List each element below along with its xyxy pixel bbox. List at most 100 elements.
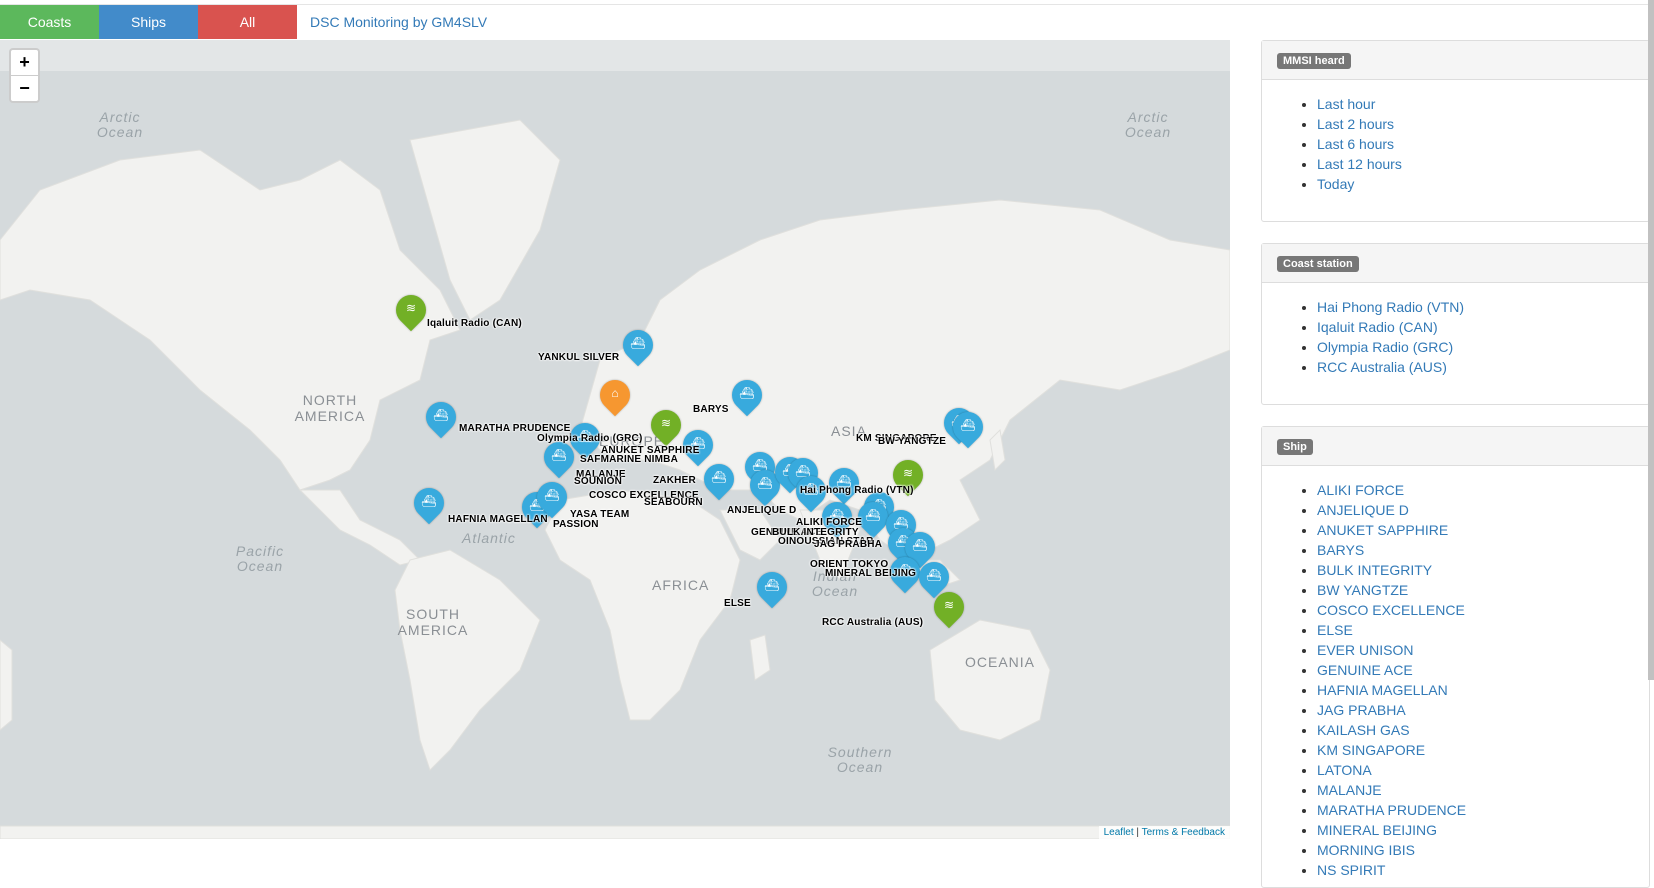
ship-marker[interactable]: ⛴ — [750, 565, 794, 610]
mmsi-link[interactable]: Today — [1317, 176, 1354, 192]
ships-button[interactable]: Ships — [99, 5, 198, 39]
ship-icon: ⛴ — [912, 538, 928, 552]
ship-link[interactable]: LATONA — [1317, 762, 1372, 778]
list-item: HAFNIA MAGELLAN — [1317, 680, 1649, 700]
map-attribution: Leaflet | Terms & Feedback — [1098, 826, 1230, 839]
ship-link[interactable]: ANJELIQUE D — [1317, 502, 1409, 518]
ship-link[interactable]: EVER UNISON — [1317, 642, 1413, 658]
list-item: Iqaluit Radio (CAN) — [1317, 317, 1649, 337]
ship-link[interactable]: ELSE — [1317, 622, 1353, 638]
ship-marker[interactable]: ⛴ — [419, 395, 463, 440]
marker-label: ANJELIQUE D — [727, 505, 797, 516]
mmsi-panel: MMSI heard Last hour Last 2 hours Last 6… — [1261, 40, 1650, 222]
ship-icon: ⛴ — [960, 418, 976, 432]
ship-marker[interactable]: ⛴ — [616, 323, 660, 368]
ship-marker[interactable]: ⛴ — [407, 481, 451, 526]
ship-icon: ⛴ — [739, 386, 755, 400]
list-item: RCC Australia (AUS) — [1317, 357, 1649, 377]
ship-link[interactable]: MARATHA PRUDENCE — [1317, 802, 1466, 818]
wifi-icon: ≋ — [660, 416, 672, 430]
wifi-icon: ≋ — [943, 598, 955, 612]
ship-link[interactable]: MORNING IBIS — [1317, 842, 1415, 858]
home-marker[interactable]: ⌂ — [593, 373, 637, 418]
zoom-out-button[interactable]: − — [11, 76, 38, 101]
ship-link[interactable]: HAFNIA MAGELLAN — [1317, 682, 1448, 698]
marker-label: JAG PRABHA — [814, 539, 883, 550]
list-item: EVER UNISON — [1317, 640, 1649, 660]
attribution-separator: | — [1133, 827, 1142, 838]
ship-marker[interactable]: ⛴ — [946, 405, 990, 450]
list-item: Last 2 hours — [1317, 114, 1649, 134]
list-item: GENUINE ACE — [1317, 660, 1649, 680]
ship-panel-header: Ship — [1262, 427, 1649, 466]
coasts-button[interactable]: Coasts — [0, 5, 99, 39]
coast-link[interactable]: RCC Australia (AUS) — [1317, 359, 1447, 375]
marker-label: BARYS — [693, 404, 729, 415]
ship-icon: ⛴ — [421, 494, 437, 508]
coast-marker[interactable]: ≋ — [927, 585, 971, 630]
coast-link[interactable]: Iqaluit Radio (CAN) — [1317, 319, 1438, 335]
ship-icon: ⛴ — [926, 568, 942, 582]
marker-label: Olympia Radio (GRC) — [537, 433, 643, 444]
marker-label: ZAKHER — [653, 475, 696, 486]
marker-label: BW YANGTZE — [878, 436, 947, 447]
ship-link[interactable]: KAILASH GAS — [1317, 722, 1410, 738]
coast-marker[interactable]: ≋ — [644, 403, 688, 448]
mmsi-panel-header: MMSI heard — [1262, 41, 1649, 80]
ship-icon: ⛴ — [757, 476, 773, 490]
zoom-control: + − — [9, 48, 40, 103]
page-scrollbar[interactable] — [1648, 0, 1654, 680]
mmsi-panel-title: MMSI heard — [1277, 53, 1351, 69]
marker-label: MINERAL BEIJING — [825, 568, 917, 579]
ship-link[interactable]: GENUINE ACE — [1317, 662, 1413, 678]
ship-link[interactable]: ANUKET SAPPHIRE — [1317, 522, 1448, 538]
mmsi-link[interactable]: Last 12 hours — [1317, 156, 1402, 172]
marker-label: SEABOURN — [644, 497, 703, 508]
ship-panel: Ship ALIKI FORCE ANJELIQUE D ANUKET SAPP… — [1261, 426, 1650, 888]
ship-marker[interactable]: ⛴ — [537, 435, 581, 480]
leaflet-link[interactable]: Leaflet — [1104, 827, 1134, 838]
ship-icon: ⛴ — [711, 470, 727, 484]
ship-marker[interactable]: ⛴ — [851, 495, 895, 540]
region-label: SOUTH AMERICA — [397, 606, 469, 638]
list-item: Last 6 hours — [1317, 134, 1649, 154]
ship-marker[interactable]: ⛴ — [725, 373, 769, 418]
coast-link[interactable]: Olympia Radio (GRC) — [1317, 339, 1453, 355]
coast-marker[interactable]: ≋ — [389, 288, 433, 333]
coast-panel-header: Coast station — [1262, 244, 1649, 283]
mmsi-link[interactable]: Last hour — [1317, 96, 1375, 112]
list-item: BARYS — [1317, 540, 1649, 560]
ship-icon: ⛴ — [630, 336, 646, 350]
ship-link[interactable]: MALANJE — [1317, 782, 1382, 798]
ship-link[interactable]: BW YANGTZE — [1317, 582, 1408, 598]
coast-link[interactable]: Hai Phong Radio (VTN) — [1317, 299, 1464, 315]
mmsi-link[interactable]: Last 6 hours — [1317, 136, 1394, 152]
brand-link[interactable]: DSC Monitoring by GM4SLV — [310, 5, 487, 39]
mmsi-link[interactable]: Last 2 hours — [1317, 116, 1394, 132]
list-item: KAILASH GAS — [1317, 720, 1649, 740]
list-item: LATONA — [1317, 760, 1649, 780]
ocean-label: Arctic Ocean — [96, 109, 144, 140]
zoom-in-button[interactable]: + — [11, 50, 38, 76]
marker-label: Hai Phong Radio (VTN) — [800, 485, 914, 496]
ship-link[interactable]: KM SINGAPORE — [1317, 742, 1425, 758]
all-button[interactable]: All — [198, 5, 297, 39]
world-map[interactable]: + − NORTH AMERICA SOUTH AMERICA EUROPE A… — [0, 40, 1230, 839]
list-item: COSCO EXCELLENCE — [1317, 600, 1649, 620]
list-item: BW YANGTZE — [1317, 580, 1649, 600]
ocean-label: Arctic Ocean — [1124, 109, 1172, 140]
ship-link[interactable]: ALIKI FORCE — [1317, 482, 1404, 498]
ship-icon: ⛴ — [865, 508, 881, 522]
list-item: NS SPIRIT — [1317, 860, 1649, 880]
ship-link[interactable]: COSCO EXCELLENCE — [1317, 602, 1465, 618]
marker-label: Iqaluit Radio (CAN) — [427, 318, 522, 329]
ship-link[interactable]: BULK INTEGRITY — [1317, 562, 1432, 578]
terms-link[interactable]: Terms & Feedback — [1142, 827, 1225, 838]
marker-label: RCC Australia (AUS) — [822, 617, 924, 628]
list-item: Last hour — [1317, 94, 1649, 114]
ship-link[interactable]: BARYS — [1317, 542, 1364, 558]
region-label: AFRICA — [652, 577, 710, 593]
ship-link[interactable]: JAG PRABHA — [1317, 702, 1406, 718]
ship-link[interactable]: MINERAL BEIJING — [1317, 822, 1437, 838]
ship-marker[interactable]: ⛴ — [697, 457, 741, 502]
